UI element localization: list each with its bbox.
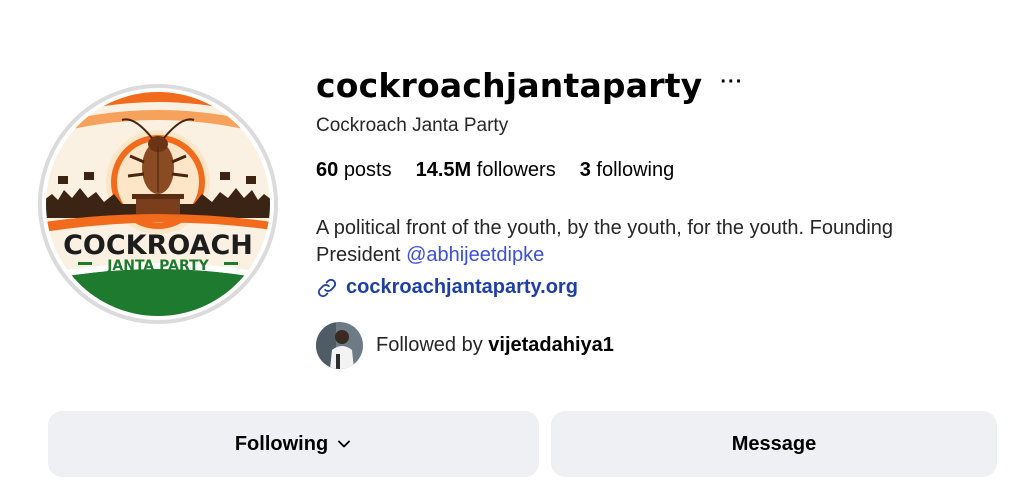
posts-count: 60 [316,159,339,181]
username-row: cockroachjantaparty ··· [316,64,743,106]
followed-by-username[interactable]: vijetadahiya1 [488,334,614,356]
external-link-text: cockroachjantaparty.org [346,276,578,298]
more-options-icon[interactable]: ··· [720,71,743,94]
followed-by-row: Followed by vijetadahiya1 [316,322,614,369]
following-stat[interactable]: 3 following [580,159,675,182]
profile-username: cockroachjantaparty [316,65,703,105]
followed-by-text: Followed by vijetadahiya1 [376,334,614,357]
profile-full-name: Cockroach Janta Party [316,115,509,136]
external-link[interactable]: cockroachjantaparty.org [316,276,578,299]
posts-stat: 60 posts [316,159,392,182]
party-logo-icon: COCKROACH JANTA PARTY [46,92,270,316]
logo-text-line2: JANTA PARTY [106,258,209,274]
user-avatar-icon [316,322,363,369]
profile-bio: A political front of the youth, by the y… [316,215,976,269]
posts-label: posts [343,159,392,181]
followers-count: 14.5M [415,159,472,181]
following-button-label: Following [234,432,329,455]
profile-stats: 60 posts 14.5M followers 3 following [316,159,698,182]
profile-avatar[interactable]: COCKROACH JANTA PARTY [38,84,278,324]
following-label: following [596,159,675,181]
follower-avatar[interactable] [316,322,363,369]
followed-by-prefix: Followed by [376,334,489,356]
logo-text-line1: COCKROACH [63,230,253,261]
following-button[interactable]: Following [48,411,539,477]
followers-label: followers [476,159,556,181]
message-button[interactable]: Message [551,411,997,477]
chevron-down-icon [338,440,351,448]
followers-stat[interactable]: 14.5M followers [416,159,556,182]
message-button-label: Message [731,432,817,455]
following-count: 3 [579,159,591,181]
bio-text: A political front of the youth, by the y… [316,217,894,266]
bio-mention-link[interactable]: @abhijeetdipke [406,244,544,266]
link-icon [317,278,337,297]
